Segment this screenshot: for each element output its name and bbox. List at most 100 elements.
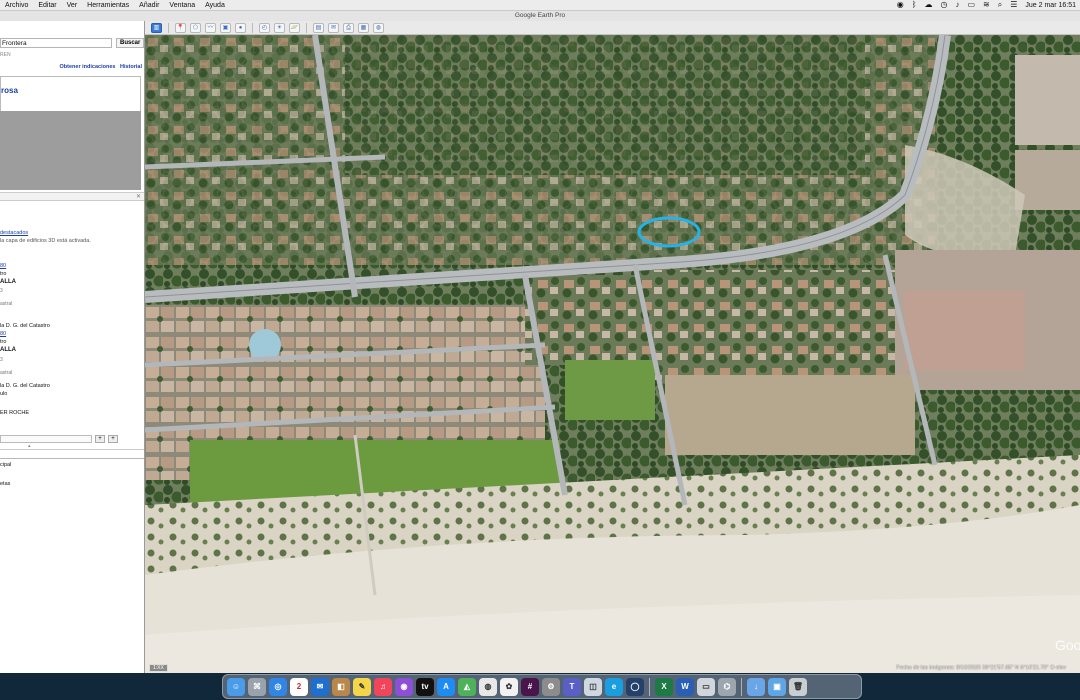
search-subtext: REN	[0, 52, 11, 58]
wifi-icon[interactable]: ≋	[983, 1, 990, 9]
menu-herramientas[interactable]: Herramientas	[82, 2, 134, 9]
music-icon[interactable]: ♫	[374, 677, 392, 696]
imagery-info: Fecha de las imágenes: 8/10/2020 36°21'5…	[896, 665, 1066, 671]
satellite-imagery[interactable]	[145, 35, 1080, 673]
path-button[interactable]: 〰	[205, 22, 216, 33]
layer-line: ER ROCHE	[0, 410, 30, 416]
downloads-icon[interactable]: ↓	[747, 677, 765, 696]
finder-icon[interactable]: ☺	[227, 677, 245, 696]
residential-block	[635, 270, 895, 380]
add-folder-button[interactable]: +	[108, 435, 118, 443]
maps-icon[interactable]: ◭	[458, 677, 476, 696]
battery-icon[interactable]: ▭	[967, 1, 975, 9]
clock[interactable]: Jue 2 mar 16:51	[1025, 2, 1076, 9]
close-icon[interactable]: ✕	[136, 193, 141, 200]
screen-icon[interactable]: ▭	[697, 677, 715, 696]
save-image-button[interactable]: ▦	[358, 22, 369, 33]
teams-icon[interactable]: T	[563, 677, 581, 696]
sunlight-button[interactable]: ☀	[274, 22, 285, 33]
layer-line[interactable]: 80	[0, 331, 6, 337]
control-center-icon[interactable]: ☰	[1010, 1, 1017, 9]
search-icon[interactable]: ⌕	[998, 1, 1002, 9]
toolbar-divider	[252, 22, 253, 33]
network-icon[interactable]: ⌬	[718, 677, 736, 696]
planet-button[interactable]: 🪐	[289, 22, 300, 33]
polygon-button[interactable]: ⬠	[190, 22, 201, 33]
result-title[interactable]: rosa	[1, 86, 18, 95]
dock-separator	[741, 677, 742, 696]
podcasts-icon[interactable]: ◉	[395, 677, 413, 696]
volume-icon[interactable]: ♪	[955, 1, 959, 9]
overlay-button[interactable]: ▣	[220, 22, 231, 33]
dock: ☺ ⌘ ◎ 2 ✉ ◧ ✎ ♫ ◉ tv A ◭ ◍ ✿ # ⚙ T ◫ e ◯ X W ▭ ⌬ ↓ ▣ 🗑	[222, 674, 862, 699]
appstore-icon[interactable]: A	[437, 677, 455, 696]
sidebar: Buscar REN Obtener indicaciones Historia…	[0, 21, 145, 673]
menu-anadir[interactable]: Añadir	[134, 2, 164, 9]
layer-line: la D. G. del Catastro	[0, 323, 50, 329]
timer-icon[interactable]: ◷	[941, 1, 948, 9]
menu-ayuda[interactable]: Ayuda	[200, 2, 230, 9]
tour-button[interactable]: ●	[235, 22, 246, 33]
launchpad-icon[interactable]: ⌘	[248, 677, 266, 696]
photos-icon[interactable]: ✿	[500, 677, 518, 696]
trash-icon[interactable]: 🗑	[789, 677, 807, 696]
earth-icon[interactable]: ◯	[626, 677, 644, 696]
chrome-icon[interactable]: ◍	[479, 677, 497, 696]
history-link[interactable]: Historial	[120, 64, 142, 70]
lawn	[565, 360, 655, 420]
directions-link[interactable]: Obtener indicaciones	[60, 64, 116, 70]
layer-line: astral	[0, 370, 13, 376]
map-toolbar: ▥ 📍 ⬠ 〰 ▣ ● ◴ ☀ 🪐 ▤ ✉ ⎙ ▦ ◍	[145, 21, 1080, 35]
tv-icon[interactable]: tv	[416, 677, 434, 696]
add-button[interactable]: +	[95, 435, 105, 443]
bare-field	[665, 375, 915, 455]
map-view[interactable]	[145, 35, 1080, 673]
search-row: Buscar	[0, 37, 144, 49]
menu-editar[interactable]: Editar	[33, 2, 61, 9]
contacts-icon[interactable]: ◧	[332, 677, 350, 696]
historical-imagery-button[interactable]: ◴	[259, 22, 270, 33]
layer-line: 3	[0, 357, 3, 363]
edge-icon[interactable]: e	[605, 677, 623, 696]
outlook-icon[interactable]: ✉	[311, 677, 329, 696]
menu-ver[interactable]: Ver	[62, 2, 83, 9]
excel-icon[interactable]: X	[655, 677, 673, 696]
bluetooth-icon[interactable]: ᛒ	[912, 1, 917, 9]
layer-line: tro	[0, 339, 7, 345]
panel-resize-handle[interactable]: ▴	[0, 443, 144, 450]
ruler-button[interactable]: ▤	[313, 22, 324, 33]
layer-line[interactable]: 80	[0, 263, 6, 269]
menu-bar: Archivo Editar Ver Herramientas Añadir V…	[0, 0, 1080, 11]
print-button[interactable]: ⎙	[343, 22, 354, 33]
opacity-slider[interactable]	[0, 435, 92, 443]
settings-icon[interactable]: ⚙	[542, 677, 560, 696]
scale-indicator[interactable]: 1:XX	[149, 664, 168, 672]
layers-header[interactable]: destacados	[0, 230, 28, 236]
places-panel: cipal etas	[0, 458, 144, 673]
word-icon[interactable]: W	[676, 677, 694, 696]
places-item[interactable]: etas	[0, 481, 10, 487]
notes-icon[interactable]: ✎	[353, 677, 371, 696]
menu-ventana[interactable]: Ventana	[164, 2, 200, 9]
places-item[interactable]: cipal	[0, 462, 11, 468]
email-button[interactable]: ✉	[328, 22, 339, 33]
search-button[interactable]: Buscar	[116, 38, 144, 48]
apartment-block	[1015, 150, 1080, 210]
calendar-icon[interactable]: 2	[290, 677, 308, 696]
safari-icon[interactable]: ◎	[269, 677, 287, 696]
toolbar-divider	[168, 22, 169, 33]
folder-icon[interactable]: ▣	[768, 677, 786, 696]
cloud-icon[interactable]: ☁	[925, 1, 933, 9]
sidebar-toggle-button[interactable]: ▥	[151, 22, 162, 33]
placemark-button[interactable]: 📍	[175, 22, 186, 33]
menu-archivo[interactable]: Archivo	[0, 2, 33, 9]
layer-line: astral	[0, 301, 13, 307]
preview-icon[interactable]: ◫	[584, 677, 602, 696]
dock-separator	[649, 677, 650, 696]
search-result-box[interactable]: rosa	[0, 76, 141, 112]
layer-line: ulo	[0, 391, 8, 397]
maps-button[interactable]: ◍	[373, 22, 384, 33]
record-icon[interactable]: ◉	[897, 1, 904, 9]
slack-icon[interactable]: #	[521, 677, 539, 696]
search-input[interactable]	[0, 38, 112, 48]
